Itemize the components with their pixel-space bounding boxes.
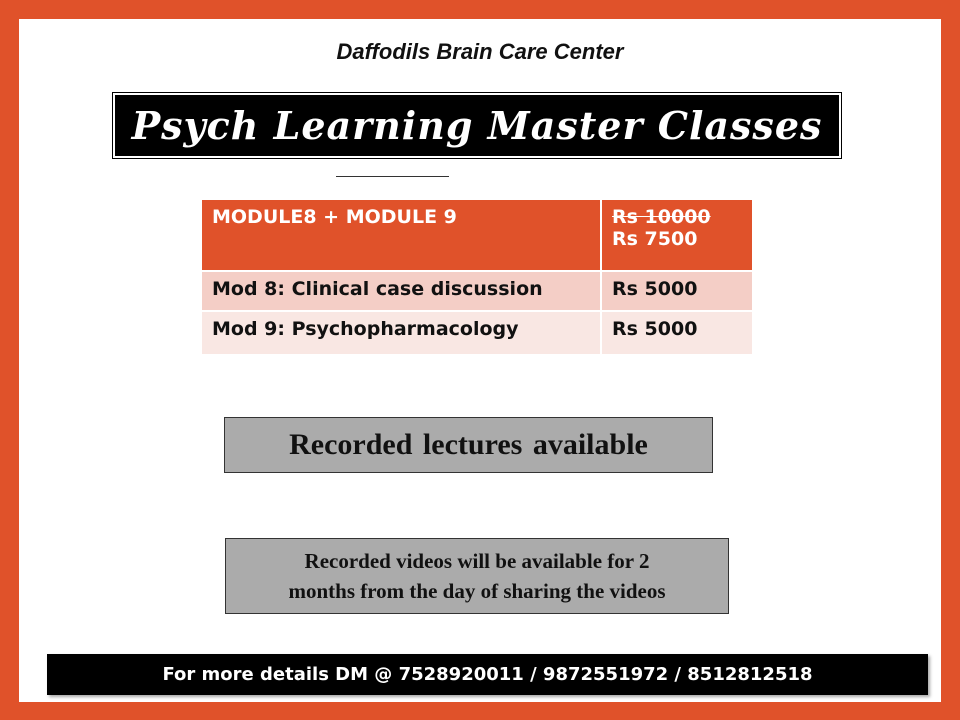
slide: Daffodils Brain Care Center Psych Learni… [19, 19, 941, 702]
title-banner: Psych Learning Master Classes [112, 92, 842, 159]
divider [336, 176, 449, 177]
footer-contact: For more details DM @ 7528920011 / 98725… [47, 654, 928, 695]
price-table-header-row: MODULE8 + MODULE 9 Rs 10000 Rs 7500 [200, 198, 754, 272]
bundle-label: MODULE8 + MODULE 9 [200, 198, 602, 272]
validity-note: Recorded videos will be available for 2 … [225, 538, 729, 614]
module-price: Rs 5000 [600, 270, 754, 312]
validity-line-1: Recorded videos will be available for 2 [304, 549, 650, 573]
module-label: Mod 9: Psychopharmacology [200, 310, 602, 356]
table-row: Mod 8: Clinical case discussion Rs 5000 [200, 270, 754, 312]
recorded-lectures-banner: Recorded lectures available [224, 417, 713, 473]
module-price: Rs 5000 [600, 310, 754, 356]
table-row: Mod 9: Psychopharmacology Rs 5000 [200, 310, 754, 356]
new-price: Rs 7500 [612, 228, 698, 250]
price-table: MODULE8 + MODULE 9 Rs 10000 Rs 7500 Mod … [200, 198, 754, 356]
old-price: Rs 10000 [612, 206, 711, 228]
org-name: Daffodils Brain Care Center [336, 39, 624, 64]
page-title: Psych Learning Master Classes [115, 95, 839, 156]
validity-line-2: months from the day of sharing the video… [288, 579, 666, 603]
module-label: Mod 8: Clinical case discussion [200, 270, 602, 312]
bundle-price-cell: Rs 10000 Rs 7500 [600, 198, 754, 272]
